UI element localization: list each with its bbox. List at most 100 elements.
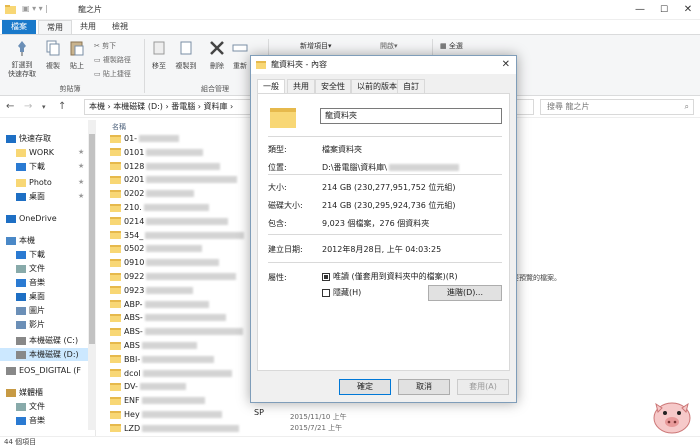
sidebar-item[interactable]: 下載 ★	[0, 160, 88, 173]
file-name: ABS	[124, 341, 140, 350]
sidebar-item-label: 影片	[29, 320, 45, 329]
paste-button[interactable]: 貼上	[66, 39, 88, 71]
redacted-text	[146, 176, 238, 184]
copy-button[interactable]: 複製	[42, 39, 64, 71]
back-arrow-icon[interactable]: ←	[6, 101, 14, 112]
rename-icon	[232, 44, 248, 52]
copy-to-button[interactable]: 複製到	[172, 39, 200, 71]
advanced-button[interactable]: 進階(D)...	[428, 285, 502, 301]
tab-file[interactable]: 檔案	[2, 20, 36, 34]
file-row[interactable]: BBI-	[110, 353, 215, 366]
sidebar-item[interactable]: OneDrive	[0, 212, 88, 225]
delete-button[interactable]: 刪除	[206, 39, 228, 71]
copy-path-button[interactable]: ▭ 複製路徑	[94, 55, 131, 65]
pin-icon: ★	[78, 192, 85, 200]
column-header-name[interactable]: 名稱	[112, 122, 126, 132]
sidebar-item[interactable]: 音樂	[0, 414, 88, 427]
pin-button[interactable]: 釘選到 快速存取	[4, 39, 40, 79]
sidebar-item[interactable]: 音樂	[0, 276, 88, 289]
file-row[interactable]: 0214	[110, 215, 229, 228]
nav-scrollbar[interactable]	[88, 120, 96, 430]
sidebar-item[interactable]: 桌面 ★	[0, 190, 88, 203]
sidebar-item[interactable]: 文件	[0, 262, 88, 275]
recent-chevron-icon[interactable]: ▾	[42, 103, 46, 111]
folder-icon	[110, 286, 121, 295]
sidebar-item[interactable]: 快速存取	[0, 132, 88, 145]
created-value: 2012年8月28日, 上午 04:03:25	[322, 245, 442, 254]
up-arrow-icon[interactable]: ↑	[58, 101, 66, 112]
file-name: 354_	[124, 230, 144, 240]
tab-previous-versions[interactable]: 以前的版本	[351, 79, 403, 93]
sidebar-item-label: 媒體櫃	[19, 388, 43, 397]
search-input[interactable]: 搜尋 龍之片 ⌕	[540, 99, 694, 115]
file-row[interactable]: 0201	[110, 173, 238, 186]
sidebar-item[interactable]: EOS_DIGITAL (F	[0, 364, 88, 377]
move-to-button[interactable]: 移至	[148, 39, 170, 71]
file-row[interactable]: Hey	[110, 408, 222, 421]
hidden-checkbox[interactable]: 隱藏(H)	[322, 287, 361, 298]
cut-button[interactable]: ✂ 剪下	[94, 41, 116, 51]
sidebar-item[interactable]: 本機磁碟 (C:)	[0, 334, 88, 347]
file-row[interactable]: 0502	[110, 242, 203, 255]
redacted-text	[146, 259, 220, 267]
apply-button[interactable]: 套用(A)	[457, 379, 509, 395]
file-row[interactable]: LZD	[110, 422, 240, 435]
cancel-button[interactable]: 取消	[398, 379, 450, 395]
quick-access-toolbar[interactable]: ▣ ▾ ▾ |	[22, 4, 48, 13]
minimize-button[interactable]: —	[628, 0, 652, 20]
file-row[interactable]: DV-	[110, 380, 186, 393]
sidebar-item[interactable]: 影片	[0, 318, 88, 331]
dialog-close-button[interactable]: ✕	[502, 56, 510, 74]
select-all-button[interactable]: ▦ 全選	[440, 41, 463, 51]
sidebar-item[interactable]: 下載	[0, 248, 88, 261]
tab-view[interactable]: 檢視	[104, 20, 136, 34]
tab-home[interactable]: 常用	[38, 20, 72, 34]
file-row[interactable]: 0923	[110, 284, 194, 297]
sidebar-item[interactable]: 文件	[0, 400, 88, 413]
folder-name-input[interactable]: 龍資料夾	[320, 108, 502, 124]
sidebar-item-label: WORK	[29, 148, 55, 157]
file-row[interactable]: ABS-	[110, 311, 226, 324]
file-row[interactable]: dcol	[110, 367, 232, 380]
tab-sharing[interactable]: 共用	[287, 79, 315, 93]
sidebar-item[interactable]: WORK ★	[0, 146, 88, 159]
file-row[interactable]: 354_	[110, 229, 245, 242]
rename-button[interactable]: 重新	[230, 39, 250, 71]
file-row[interactable]: 210.	[110, 201, 209, 214]
tab-customize[interactable]: 自訂	[397, 79, 425, 93]
sidebar-item[interactable]: Photo ★	[0, 176, 88, 189]
file-row[interactable]: 0910	[110, 256, 220, 269]
drive-icon	[16, 336, 26, 345]
tab-share[interactable]: 共用	[72, 20, 104, 34]
folder-icon	[110, 203, 121, 212]
new-item-button[interactable]: 新增項目▾	[300, 41, 332, 51]
file-row[interactable]: ENF	[110, 394, 205, 407]
tab-general[interactable]: 一般	[257, 79, 285, 94]
sidebar-item[interactable]: 圖片	[0, 304, 88, 317]
scroll-thumb[interactable]	[89, 134, 95, 344]
sidebar-item[interactable]: 本機磁碟 (D:)	[0, 348, 88, 361]
size-label: 大小:	[268, 183, 287, 192]
file-row[interactable]: ABS	[110, 339, 197, 352]
maximize-button[interactable]: ☐	[652, 0, 676, 20]
file-row[interactable]: ABP-	[110, 298, 209, 311]
paste-shortcut-button[interactable]: ▭ 貼上捷徑	[94, 69, 131, 79]
sidebar-item[interactable]: 桌面	[0, 290, 88, 303]
file-row[interactable]: 0101	[110, 146, 204, 159]
folder-icon	[110, 313, 121, 322]
tab-security[interactable]: 安全性	[315, 79, 351, 93]
file-row[interactable]: 0922	[110, 270, 237, 283]
readonly-checkbox[interactable]: 唯讀 (僅套用到資料夾中的檔案)(R)	[322, 271, 458, 282]
file-row[interactable]: ABS-	[110, 325, 243, 338]
close-button[interactable]: ✕	[676, 0, 700, 20]
ok-button[interactable]: 確定	[339, 379, 391, 395]
forward-arrow-icon[interactable]: →	[24, 101, 32, 112]
open-button[interactable]: 開啟▾	[380, 41, 398, 51]
file-row[interactable]: 0202	[110, 187, 195, 200]
sidebar-item[interactable]: 本機	[0, 234, 88, 247]
file-row[interactable]: 0128	[110, 160, 221, 173]
redacted-text	[144, 314, 226, 322]
ribbon-tabs: 檔案 常用 共用 檢視	[0, 20, 700, 34]
sidebar-item[interactable]: 媒體櫃	[0, 386, 88, 399]
file-row[interactable]: 01-	[110, 132, 180, 145]
